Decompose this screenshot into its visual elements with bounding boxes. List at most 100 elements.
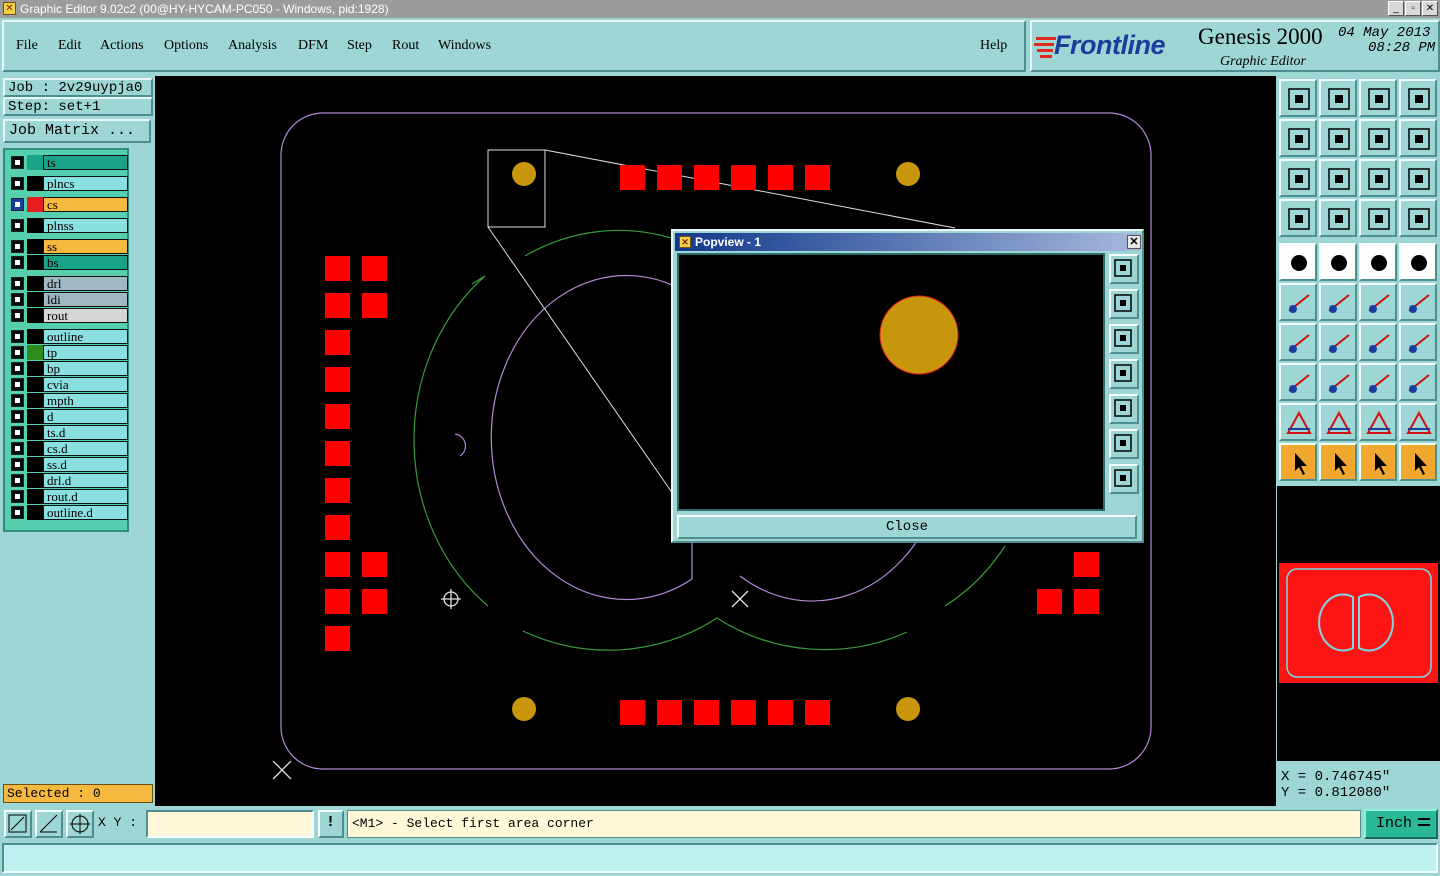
- measure-icon[interactable]: [1319, 363, 1357, 401]
- popview-close-icon[interactable]: ✕: [1127, 235, 1141, 249]
- layer-name[interactable]: ts.d: [43, 425, 128, 440]
- settings-icon[interactable]: [1279, 199, 1317, 237]
- zoom-out-icon[interactable]: [1319, 79, 1357, 117]
- triangle-icon[interactable]: [1279, 403, 1317, 441]
- layer-row-drl[interactable]: drl: [9, 276, 129, 291]
- menu-analysis[interactable]: Analysis: [228, 38, 277, 54]
- layer-name[interactable]: plncs: [43, 176, 128, 191]
- fit-screen-icon[interactable]: [1279, 159, 1317, 197]
- layer-checkbox[interactable]: [11, 490, 24, 503]
- pan-right-icon[interactable]: [1319, 119, 1357, 157]
- layer-name[interactable]: bp: [43, 361, 128, 376]
- layer-name[interactable]: ts: [43, 155, 128, 170]
- menu-options[interactable]: Options: [164, 38, 208, 54]
- layer-checkbox[interactable]: [11, 177, 24, 190]
- select-icon[interactable]: [1279, 443, 1317, 481]
- layer-row-cvia[interactable]: cvia: [9, 377, 129, 392]
- layer-name[interactable]: bs: [43, 255, 128, 270]
- layer-checkbox[interactable]: [11, 277, 24, 290]
- zoom-area-tool-icon[interactable]: [4, 810, 32, 838]
- popview-fit-icon[interactable]: [1109, 254, 1139, 284]
- connect-icon[interactable]: [1279, 283, 1317, 321]
- popview-pan-left-icon[interactable]: [1109, 359, 1139, 389]
- menu-step[interactable]: Step: [347, 38, 372, 54]
- layer-name[interactable]: drl: [43, 276, 128, 291]
- move-icon[interactable]: [1359, 283, 1397, 321]
- menu-actions[interactable]: Actions: [100, 38, 144, 54]
- layer-row-plncs[interactable]: plncs: [9, 176, 129, 191]
- minimize-button[interactable]: _: [1388, 1, 1404, 16]
- popview-title-bar[interactable]: ✕ Popview - 1 ✕: [675, 233, 1141, 251]
- layer-name[interactable]: tp: [43, 345, 128, 360]
- undo-icon[interactable]: [1359, 119, 1397, 157]
- layer-row-outline[interactable]: outline: [9, 329, 129, 344]
- trace-icon[interactable]: [1359, 403, 1397, 441]
- layer-checkbox[interactable]: [11, 458, 24, 471]
- layer-row-ts[interactable]: ts: [9, 155, 129, 170]
- home-icon[interactable]: [1359, 79, 1397, 117]
- unit-selector[interactable]: Inch: [1364, 809, 1438, 839]
- layer-name[interactable]: d: [43, 409, 128, 424]
- dimension-icon[interactable]: [1359, 363, 1397, 401]
- xy-input[interactable]: [146, 810, 314, 838]
- layer-checkbox[interactable]: [11, 240, 24, 253]
- layer-row-bp[interactable]: bp: [9, 361, 129, 376]
- add-pad-icon[interactable]: [1279, 243, 1317, 281]
- menu-rout[interactable]: Rout: [392, 38, 419, 54]
- group-icon[interactable]: [1399, 363, 1437, 401]
- angle-icon[interactable]: [1279, 323, 1317, 361]
- snap-off-icon[interactable]: [1399, 199, 1437, 237]
- layer-row-ts-d[interactable]: ts.d: [9, 425, 129, 440]
- layer-row-tp[interactable]: tp: [9, 345, 129, 360]
- grid-icon[interactable]: [1319, 199, 1357, 237]
- job-matrix-button[interactable]: Job Matrix ...: [3, 119, 151, 143]
- layer-checkbox[interactable]: [11, 378, 24, 391]
- layer-row-bs[interactable]: bs: [9, 255, 129, 270]
- layer-row-ldi[interactable]: ldi: [9, 292, 129, 307]
- maximize-button[interactable]: ▫: [1405, 1, 1421, 16]
- layer-checkbox[interactable]: [11, 474, 24, 487]
- snap-grid-icon[interactable]: [66, 810, 94, 838]
- layer-name[interactable]: plnss: [43, 218, 128, 233]
- add-line-icon[interactable]: [1319, 243, 1357, 281]
- layer-checkbox[interactable]: [11, 156, 24, 169]
- layer-row-outline-d[interactable]: outline.d: [9, 505, 129, 520]
- popview-fit-screen-icon[interactable]: [1109, 429, 1139, 459]
- layer-row-plnss[interactable]: plnss: [9, 218, 129, 233]
- layer-checkbox[interactable]: [11, 346, 24, 359]
- layer-checkbox[interactable]: [11, 410, 24, 423]
- layer-name[interactable]: ss: [43, 239, 128, 254]
- pan-left-icon[interactable]: [1279, 119, 1317, 157]
- layer-checkbox[interactable]: [11, 219, 24, 232]
- command-line-input[interactable]: [2, 843, 1438, 873]
- layer-checkbox[interactable]: [11, 362, 24, 375]
- menu-help[interactable]: Help: [980, 38, 1007, 54]
- layer-row-drl-d[interactable]: drl.d: [9, 473, 129, 488]
- line-icon[interactable]: [1319, 323, 1357, 361]
- menu-dfm[interactable]: DFM: [298, 38, 328, 54]
- layer-checkbox[interactable]: [11, 330, 24, 343]
- overview-panel[interactable]: [1277, 486, 1440, 761]
- layer-name[interactable]: rout: [43, 308, 128, 323]
- scale-icon[interactable]: [1359, 159, 1397, 197]
- layer-row-mpth[interactable]: mpth: [9, 393, 129, 408]
- route-icon[interactable]: [1399, 403, 1437, 441]
- transform-icon[interactable]: [1279, 363, 1317, 401]
- popview-pan-right-icon[interactable]: [1109, 394, 1139, 424]
- popview-zoom-out-icon[interactable]: [1109, 324, 1139, 354]
- layer-checkbox[interactable]: [11, 198, 24, 211]
- layer-row-d[interactable]: d: [9, 409, 129, 424]
- measure-tool-icon[interactable]: [35, 810, 63, 838]
- circle-icon[interactable]: [1399, 243, 1437, 281]
- copy-icon[interactable]: [1399, 283, 1437, 321]
- arc-icon[interactable]: [1359, 323, 1397, 361]
- fit-profile-icon[interactable]: [1319, 159, 1357, 197]
- menu-file[interactable]: File: [16, 38, 38, 54]
- layer-name[interactable]: cvia: [43, 377, 128, 392]
- layer-row-ss[interactable]: ss: [9, 239, 129, 254]
- layer-name[interactable]: cs: [43, 197, 128, 212]
- select-box-icon[interactable]: [1319, 443, 1357, 481]
- delete-icon[interactable]: [1319, 283, 1357, 321]
- layer-checkbox[interactable]: [11, 426, 24, 439]
- query-icon[interactable]: [1399, 159, 1437, 197]
